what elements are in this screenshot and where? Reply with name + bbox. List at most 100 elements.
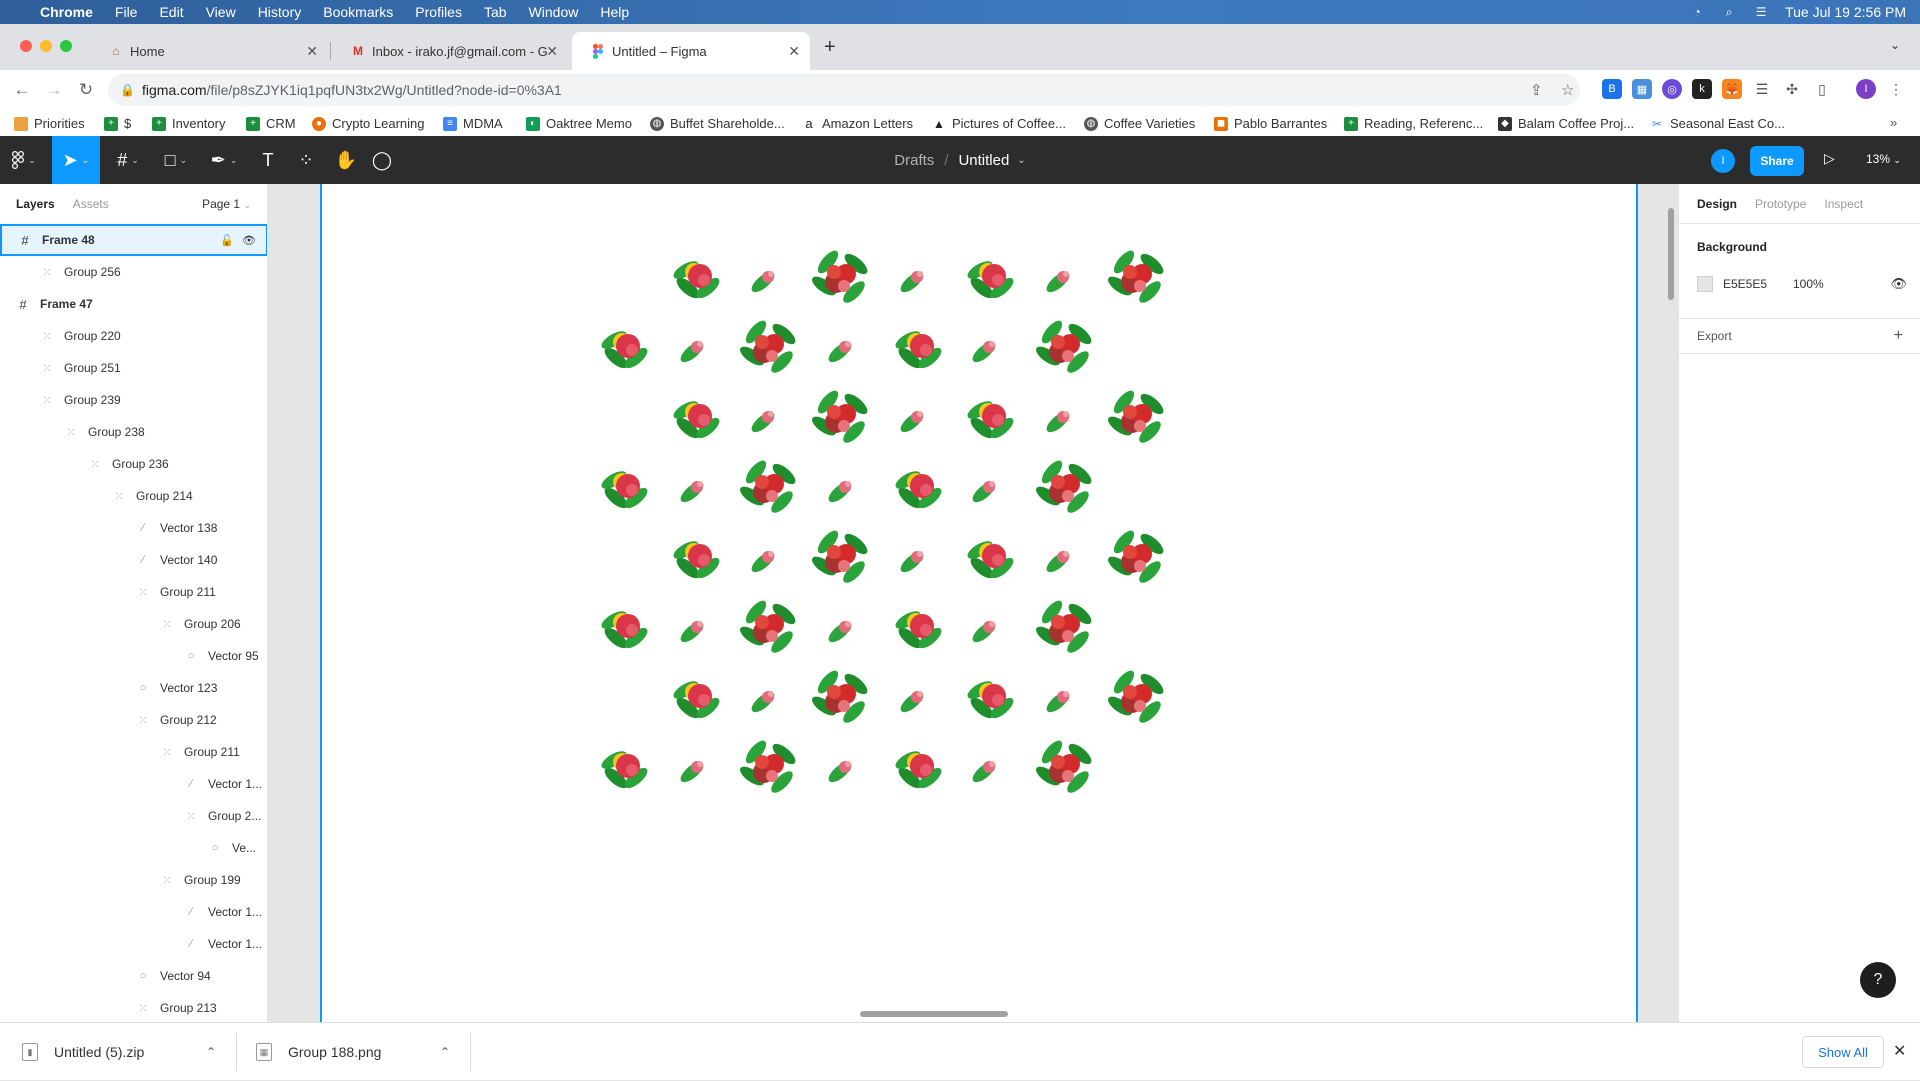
- layer-row[interactable]: ⁙ Group 212: [0, 704, 267, 736]
- small-flower-icon[interactable]: [677, 338, 706, 365]
- small-flower-icon[interactable]: [1043, 408, 1072, 435]
- figma-main-menu-icon[interactable]: ⌄: [4, 136, 44, 184]
- dark-flower-icon[interactable]: [737, 317, 798, 376]
- dark-flower-icon[interactable]: [1033, 597, 1094, 656]
- window-zoom-button[interactable]: [60, 40, 72, 52]
- bookmark-item[interactable]: + $: [104, 116, 131, 131]
- present-play-icon[interactable]: ▷: [1824, 150, 1835, 167]
- tab-inspect[interactable]: Inspect: [1824, 197, 1863, 211]
- small-flower-icon[interactable]: [748, 408, 777, 435]
- bookmark-item[interactable]: ✂ Seasonal East Co...: [1650, 116, 1785, 131]
- bookmark-item[interactable]: ≡ MDMA: [443, 116, 503, 131]
- bookmark-item[interactable]: ◼ Pablo Barrantes: [1214, 116, 1327, 131]
- text-tool-icon[interactable]: T: [252, 136, 284, 184]
- yellow-flower-icon[interactable]: [893, 328, 945, 372]
- layer-row[interactable]: ⁙ Group 199: [0, 864, 267, 896]
- metamask-icon[interactable]: 🦊: [1722, 79, 1742, 99]
- background-opacity[interactable]: 100%: [1793, 277, 1824, 291]
- dark-flower-icon[interactable]: [809, 667, 870, 726]
- small-flower-icon[interactable]: [969, 478, 998, 505]
- yellow-flower-icon[interactable]: [965, 538, 1017, 582]
- layer-row[interactable]: ⁙ Group 211: [0, 736, 267, 768]
- frame-48[interactable]: [320, 184, 1638, 1022]
- pen-tool-icon[interactable]: ✒ ⌄: [204, 136, 244, 184]
- extension-icon[interactable]: ▦: [1632, 79, 1652, 99]
- address-bar[interactable]: 🔒 figma.com /file/p8sZJYK1iq1pqfUN3tx2Wg…: [108, 74, 1580, 106]
- dark-flower-icon[interactable]: [1033, 737, 1094, 796]
- tab-layers[interactable]: Layers: [16, 197, 55, 211]
- dark-flower-icon[interactable]: [809, 527, 870, 586]
- dark-flower-icon[interactable]: [809, 247, 870, 306]
- visibility-eye-icon[interactable]: 👁: [1890, 276, 1907, 292]
- forward-arrow-icon[interactable]: →: [42, 78, 66, 102]
- layer-row[interactable]: ⁙ Group 238: [0, 416, 267, 448]
- small-flower-icon[interactable]: [969, 758, 998, 785]
- menu-help[interactable]: Help: [600, 4, 629, 20]
- dark-flower-icon[interactable]: [737, 457, 798, 516]
- browser-tab-figma[interactable]: Untitled – Figma ✕: [572, 32, 810, 70]
- small-flower-icon[interactable]: [969, 618, 998, 645]
- reload-icon[interactable]: ↻: [74, 78, 98, 102]
- layer-row[interactable]: ○ Vector 94: [0, 960, 267, 992]
- unlock-icon[interactable]: 🔓: [220, 234, 234, 247]
- menu-view[interactable]: View: [206, 4, 236, 20]
- small-flower-icon[interactable]: [825, 478, 854, 505]
- bookmark-item[interactable]: ◐ Oaktree Memo: [526, 116, 632, 131]
- tab-design[interactable]: Design: [1697, 197, 1737, 211]
- bookmark-item[interactable]: ◍ Buffet Shareholde...: [650, 116, 785, 131]
- layer-row[interactable]: ⁙ Group 251: [0, 352, 267, 384]
- tab-search-chevron-icon[interactable]: ⌄: [1890, 38, 1900, 52]
- small-flower-icon[interactable]: [677, 758, 706, 785]
- small-flower-icon[interactable]: [1043, 268, 1072, 295]
- download-item[interactable]: ▮ Untitled (5).zip ⌃: [22, 1023, 218, 1081]
- dark-flower-icon[interactable]: [1105, 667, 1166, 726]
- yellow-flower-icon[interactable]: [893, 608, 945, 652]
- layer-row[interactable]: ⁙ Group 236: [0, 448, 267, 480]
- reading-list-icon[interactable]: ☰: [1752, 79, 1772, 99]
- comment-tool-icon[interactable]: ◯: [366, 136, 398, 184]
- small-flower-icon[interactable]: [748, 268, 777, 295]
- window-minimize-button[interactable]: [40, 40, 52, 52]
- yellow-flower-icon[interactable]: [599, 468, 651, 512]
- wifi-icon[interactable]: ◔: [1689, 5, 1705, 19]
- bookmark-item[interactable]: ▲ Pictures of Coffee...: [932, 116, 1066, 131]
- show-all-button[interactable]: Show All: [1802, 1036, 1884, 1068]
- layer-row[interactable]: ∕ Vector 1...: [0, 768, 267, 800]
- window-close-button[interactable]: [20, 40, 32, 52]
- browser-tab-gmail[interactable]: M Inbox - irako.jf@gmail.com - G ✕: [332, 32, 568, 70]
- small-flower-icon[interactable]: [825, 338, 854, 365]
- figma-canvas[interactable]: [268, 184, 1678, 1022]
- small-flower-icon[interactable]: [677, 478, 706, 505]
- layer-row[interactable]: ⁙ Group 256: [0, 256, 267, 288]
- tab-close-icon[interactable]: ✕: [788, 43, 800, 60]
- back-arrow-icon[interactable]: ←: [10, 78, 34, 102]
- yellow-flower-icon[interactable]: [671, 398, 723, 442]
- layer-row[interactable]: # Frame 48 🔓 👁: [0, 224, 267, 256]
- bookmark-item[interactable]: Priorities: [14, 116, 85, 131]
- add-export-icon[interactable]: +: [1894, 327, 1903, 345]
- yellow-flower-icon[interactable]: [671, 538, 723, 582]
- profile-avatar[interactable]: I: [1856, 79, 1876, 99]
- extension-icon[interactable]: B: [1602, 79, 1622, 99]
- user-avatar[interactable]: I: [1711, 149, 1735, 173]
- menu-bookmarks[interactable]: Bookmarks: [323, 4, 393, 20]
- layer-row[interactable]: ∕ Vector 1...: [0, 928, 267, 960]
- yellow-flower-icon[interactable]: [671, 258, 723, 302]
- menu-edit[interactable]: Edit: [159, 4, 183, 20]
- bookmark-item[interactable]: + CRM: [246, 116, 296, 131]
- small-flower-icon[interactable]: [825, 758, 854, 785]
- layer-row[interactable]: ∕ Vector 138: [0, 512, 267, 544]
- lock-icon[interactable]: 🔒: [120, 83, 135, 97]
- bookmark-star-icon[interactable]: ☆: [1561, 81, 1574, 99]
- dark-flower-icon[interactable]: [1033, 317, 1094, 376]
- layer-row[interactable]: ⁙ Group 213: [0, 992, 267, 1022]
- share-page-icon[interactable]: ⇪: [1530, 81, 1543, 99]
- layer-row[interactable]: ∕ Vector 140: [0, 544, 267, 576]
- horizontal-scrollbar[interactable]: [860, 1011, 1008, 1017]
- dark-flower-icon[interactable]: [809, 387, 870, 446]
- bookmark-item[interactable]: ◍ Coffee Varieties: [1084, 116, 1195, 131]
- layer-row[interactable]: ⁙ Group 239: [0, 384, 267, 416]
- bookmark-item[interactable]: ◆ Balam Coffee Proj...: [1498, 116, 1634, 131]
- menubar-clock[interactable]: Tue Jul 19 2:56 PM: [1785, 4, 1906, 20]
- chevron-down-icon[interactable]: ⌄: [1017, 155, 1025, 166]
